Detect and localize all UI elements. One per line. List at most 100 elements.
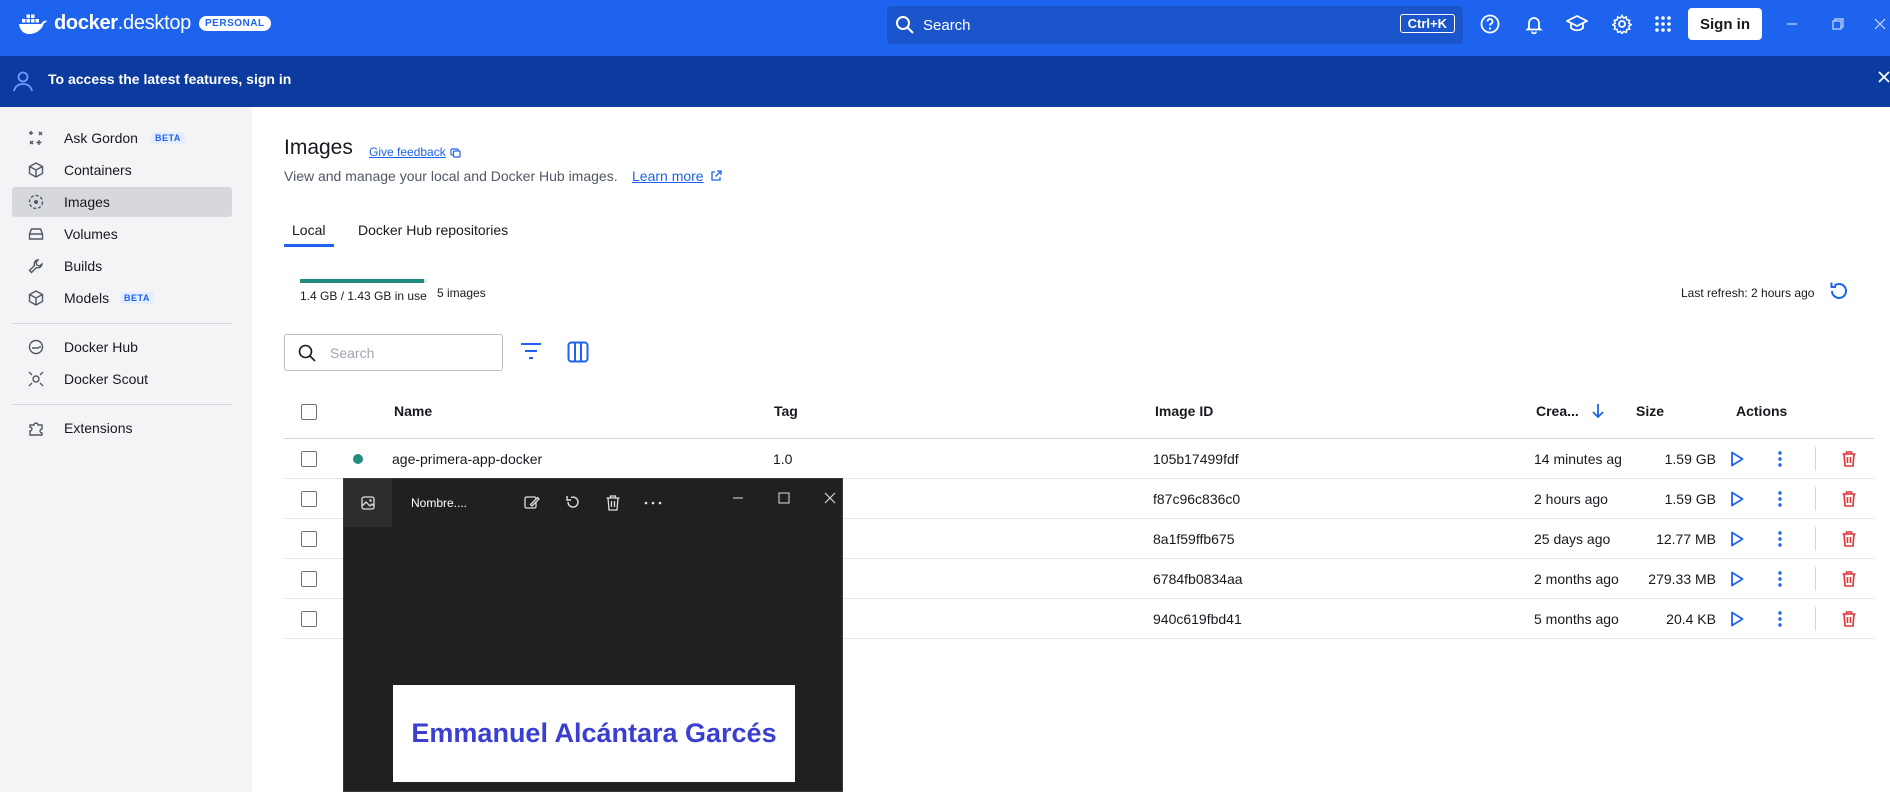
- select-all-checkbox[interactable]: [301, 404, 317, 420]
- more-actions-icon[interactable]: [1770, 449, 1790, 469]
- image-size: 1.59 GB: [1664, 451, 1716, 467]
- docker-whale-icon: [19, 14, 47, 34]
- sidebar-item-builds[interactable]: Builds: [12, 251, 232, 281]
- sidebar-item-label: Models: [64, 290, 110, 306]
- give-feedback-link[interactable]: Give feedback: [369, 145, 461, 159]
- action-divider: [1815, 487, 1816, 511]
- tab-docker-hub-repositories[interactable]: Docker Hub repositories: [358, 222, 508, 238]
- sidebar-divider: [12, 323, 232, 324]
- delete-icon[interactable]: [1839, 449, 1859, 469]
- run-icon[interactable]: [1727, 449, 1747, 469]
- sidebar-item-containers[interactable]: Containers: [12, 155, 232, 185]
- photo-viewer-close-icon[interactable]: [820, 488, 840, 508]
- photo-viewer-gallery-button[interactable]: [344, 479, 392, 527]
- more-actions-icon[interactable]: [1770, 609, 1790, 629]
- delete-image-icon[interactable]: [603, 493, 623, 513]
- delete-icon[interactable]: [1839, 489, 1859, 509]
- minimize-window-icon[interactable]: [1782, 14, 1802, 34]
- photo-viewer-minimize-icon[interactable]: [728, 488, 748, 508]
- sidebar-item-ask-gordon[interactable]: Ask Gordon BETA: [12, 123, 232, 153]
- disk-usage-fill: [300, 279, 425, 283]
- more-actions-icon[interactable]: [1770, 529, 1790, 549]
- feedback-icon: [450, 147, 461, 158]
- row-checkbox[interactable]: [301, 571, 317, 587]
- row-checkbox[interactable]: [301, 611, 317, 627]
- more-options-icon[interactable]: [643, 493, 663, 513]
- row-checkbox[interactable]: [301, 491, 317, 507]
- sidebar-item-volumes[interactable]: Volumes: [12, 219, 232, 249]
- run-icon[interactable]: [1727, 609, 1747, 629]
- run-icon[interactable]: [1727, 529, 1747, 549]
- more-actions-icon[interactable]: [1770, 489, 1790, 509]
- refresh-icon[interactable]: [1828, 280, 1850, 302]
- column-header-size[interactable]: Size: [1636, 403, 1664, 419]
- restore-window-icon[interactable]: [1828, 14, 1848, 34]
- give-feedback-label: Give feedback: [369, 145, 446, 159]
- filter-icon[interactable]: [520, 342, 542, 360]
- sidebar: Ask Gordon BETA Containers Images Volume…: [0, 107, 252, 792]
- sidebar-item-images[interactable]: Images: [12, 187, 232, 217]
- sidebar-divider: [12, 404, 232, 405]
- tab-local[interactable]: Local: [292, 222, 325, 238]
- close-banner-icon[interactable]: [1878, 71, 1890, 83]
- sort-descending-icon[interactable]: [1591, 403, 1605, 419]
- cube-icon: [28, 290, 44, 306]
- sidebar-item-label: Docker Scout: [64, 371, 149, 387]
- delete-icon[interactable]: [1839, 569, 1859, 589]
- page-title: Images: [284, 136, 353, 159]
- sidebar-item-docker-scout[interactable]: Docker Scout: [12, 364, 232, 394]
- table-row[interactable]: age-primera-app-docker 1.0 105b17499fdf 14 …: [284, 439, 1874, 479]
- rotate-icon[interactable]: [563, 493, 583, 513]
- delete-icon[interactable]: [1839, 529, 1859, 549]
- image-size: 12.77 MB: [1656, 531, 1716, 547]
- images-search-input[interactable]: Search: [284, 334, 503, 371]
- more-actions-icon[interactable]: [1770, 569, 1790, 589]
- beta-badge: BETA: [151, 132, 185, 144]
- sign-in-button[interactable]: Sign in: [1688, 8, 1762, 40]
- column-header-image-id[interactable]: Image ID: [1155, 403, 1213, 419]
- learn-more-link[interactable]: Learn more: [632, 168, 722, 184]
- learning-center-icon[interactable]: [1565, 12, 1589, 36]
- image-created: 25 days ago: [1534, 531, 1611, 547]
- photo-viewer-title: Nombre....: [411, 496, 468, 510]
- sidebar-item-docker-hub[interactable]: Docker Hub: [12, 332, 232, 362]
- global-search[interactable]: Search Ctrl+K: [887, 6, 1463, 44]
- sidebar-item-extensions[interactable]: Extensions: [12, 413, 232, 443]
- action-divider: [1815, 447, 1816, 471]
- edit-image-icon[interactable]: [522, 493, 542, 513]
- columns-icon[interactable]: [567, 341, 589, 363]
- sidebar-item-label: Docker Hub: [64, 339, 138, 355]
- close-window-icon[interactable]: [1870, 14, 1890, 34]
- sidebar-item-label: Extensions: [64, 420, 133, 436]
- image-id: 940c619fbd41: [1153, 611, 1242, 627]
- row-checkbox[interactable]: [301, 531, 317, 547]
- beta-badge: BETA: [120, 292, 154, 304]
- photo-viewer-maximize-icon[interactable]: [774, 488, 794, 508]
- image-created: 14 minutes ag: [1534, 451, 1622, 467]
- puzzle-icon: [28, 420, 44, 436]
- photo-viewer-window: Nombre.... Emmanuel Alcántara Garcés: [343, 478, 843, 792]
- column-header-created[interactable]: Crea...: [1536, 403, 1579, 419]
- column-header-actions: Actions: [1736, 403, 1788, 419]
- run-icon[interactable]: [1727, 489, 1747, 509]
- logo-text: docker.desktop: [54, 12, 192, 34]
- image-name-text: Emmanuel Alcántara Garcés: [411, 718, 777, 748]
- settings-gear-icon[interactable]: [1610, 12, 1634, 36]
- sidebar-item-label: Volumes: [64, 226, 118, 242]
- delete-icon[interactable]: [1839, 609, 1859, 629]
- row-checkbox[interactable]: [301, 451, 317, 467]
- gallery-icon: [361, 496, 375, 510]
- sidebar-item-models[interactable]: Models BETA: [12, 283, 232, 313]
- image-name[interactable]: age-primera-app-docker: [392, 451, 542, 467]
- column-header-name[interactable]: Name: [394, 403, 432, 419]
- notifications-bell-icon[interactable]: [1522, 12, 1546, 36]
- image-created: 2 months ago: [1534, 571, 1619, 587]
- run-icon[interactable]: [1727, 569, 1747, 589]
- image-created: 5 months ago: [1534, 611, 1619, 627]
- global-search-label: Search: [923, 16, 971, 34]
- sidebar-item-label: Images: [64, 194, 110, 210]
- search-icon: [896, 16, 914, 34]
- column-header-tag[interactable]: Tag: [774, 403, 798, 419]
- apps-grid-icon[interactable]: [1651, 12, 1675, 36]
- help-icon[interactable]: [1478, 12, 1502, 36]
